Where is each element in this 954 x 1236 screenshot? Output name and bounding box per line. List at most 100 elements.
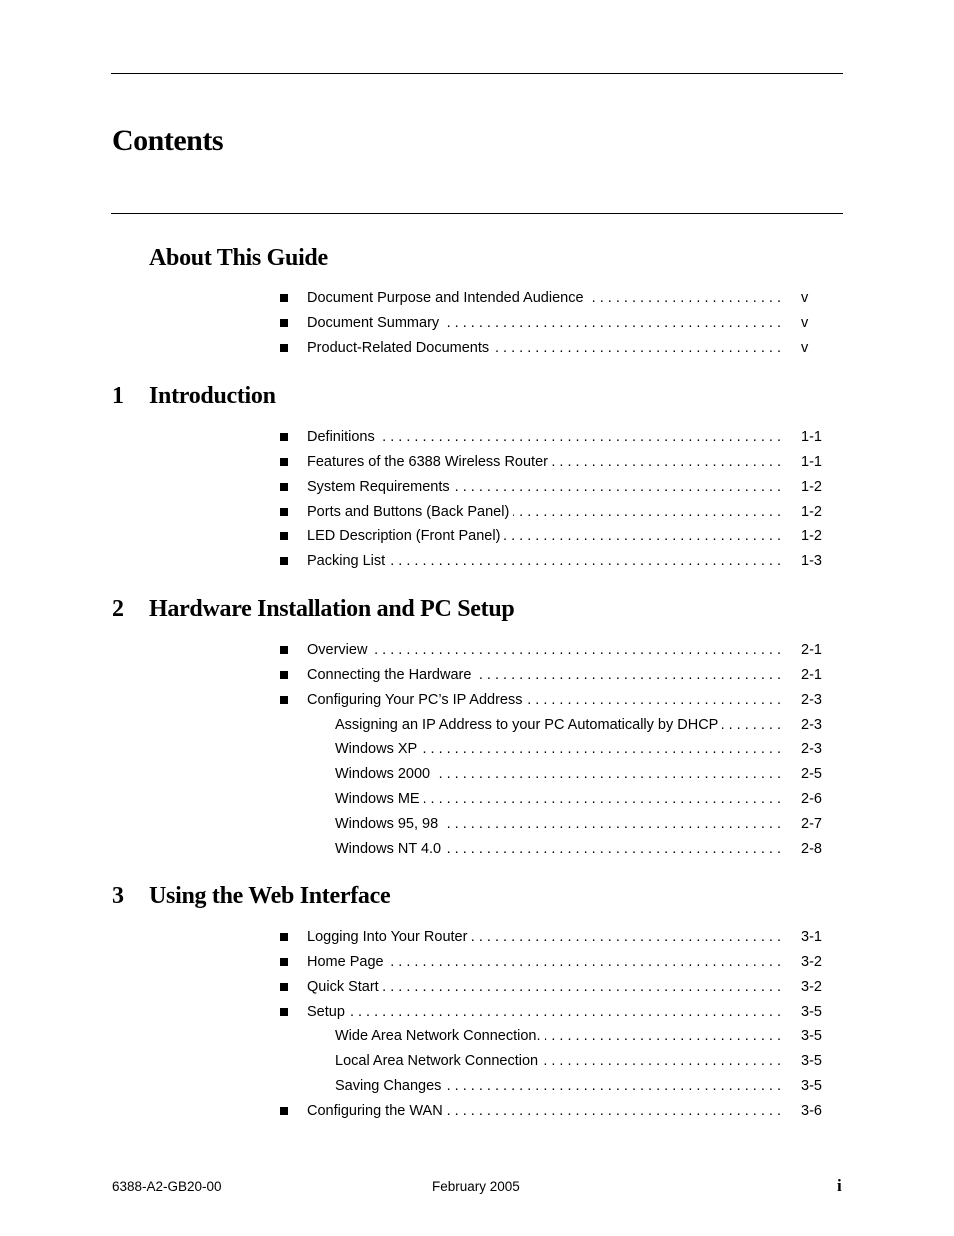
toc-entry-label: Ports and Buttons (Back Panel) — [307, 503, 510, 520]
toc-entry-title-row: Local Area Network Connection — [335, 1051, 781, 1071]
square-bullet-icon — [280, 457, 288, 466]
toc-entry-page: 2-1 — [801, 642, 822, 658]
toc-entry[interactable]: Saving Changes 3-5 — [0, 1076, 954, 1096]
dot-leader — [445, 839, 781, 859]
dot-leader — [388, 952, 781, 972]
toc-entry-page: 1-1 — [801, 429, 822, 445]
toc-entry[interactable]: Definitions 1-1 — [0, 427, 954, 447]
toc-entry-page: v — [801, 314, 809, 331]
toc-entry-page: 3-6 — [801, 1102, 822, 1119]
footer-page-number: i — [837, 1176, 842, 1195]
square-bullet-icon — [280, 670, 288, 679]
toc-entry-label: Quick Start — [307, 978, 379, 995]
dot-leader — [513, 502, 781, 522]
toc-entry-label: Configuring Your PC’s IP Address — [307, 691, 523, 708]
toc-entry-page: 1-2 — [801, 528, 822, 545]
dot-leader — [379, 427, 781, 447]
top-rule — [111, 73, 843, 74]
toc-entry-title-row: Overview — [307, 640, 781, 660]
toc-entry-page: v — [801, 290, 809, 306]
toc-entry[interactable]: Wide Area Network Connection. 3-5 — [0, 1026, 954, 1046]
toc-entry[interactable]: Overview 2-1 — [0, 640, 954, 660]
dot-leader — [383, 977, 781, 997]
toc-entry-page: 1-3 — [801, 553, 822, 570]
toc-entry-label: Windows 95, 98 — [335, 815, 439, 832]
toc-entry[interactable]: LED Description (Front Panel) 1-2 — [0, 526, 954, 546]
toc-entry-title-row: Configuring the WAN — [307, 1101, 781, 1121]
toc-entry-page: 3-5 — [801, 1053, 822, 1070]
toc-entry[interactable]: Document Summary v — [0, 313, 954, 333]
footer-date: February 2005 — [432, 1179, 520, 1194]
toc-entry-label: Features of the 6388 Wireless Router — [307, 453, 548, 470]
square-bullet-icon — [280, 695, 288, 704]
toc-entry[interactable]: Ports and Buttons (Back Panel) 1-2 — [0, 502, 954, 522]
dot-leader — [349, 1002, 781, 1022]
toc-entry[interactable]: Windows 95, 98 2-7 — [0, 814, 954, 834]
toc-entry-page: 2-3 — [801, 741, 822, 758]
toc-entry-label: Definitions — [307, 429, 375, 445]
section-number: 3 — [112, 883, 124, 909]
footer-document-number: 6388-A2-GB20-00 — [112, 1179, 222, 1194]
toc-entry-label: Configuring the WAN — [307, 1102, 443, 1119]
dot-leader — [443, 313, 781, 333]
toc-entry[interactable]: Product-Related Documents v — [0, 338, 954, 358]
dot-leader — [552, 452, 781, 472]
toc-entry-label: Assigning an IP Address to your PC Autom… — [335, 716, 719, 733]
toc-entry[interactable]: Configuring Your PC’s IP Address 2-3 — [0, 690, 954, 710]
section-heading-introduction[interactable]: 1 Introduction — [112, 383, 276, 410]
toc-entry-page: 2-6 — [801, 791, 822, 808]
dot-leader — [424, 789, 781, 809]
section-number: 1 — [112, 383, 124, 409]
square-bullet-icon — [280, 982, 288, 991]
toc-entry-title-row: Features of the 6388 Wireless Router — [307, 452, 781, 472]
toc-entry[interactable]: Windows ME 2-6 — [0, 789, 954, 809]
dot-leader — [389, 551, 781, 571]
toc-entry-page: 1-1 — [801, 453, 822, 470]
toc-entry[interactable]: Home Page 3-2 — [0, 952, 954, 972]
toc-entry-page: 3-2 — [801, 978, 822, 995]
toc-entry-title-row: Home Page — [307, 952, 781, 972]
square-bullet-icon — [280, 646, 288, 654]
toc-entry[interactable]: Local Area Network Connection 3-5 — [0, 1051, 954, 1071]
section-number: 2 — [112, 596, 124, 622]
section-heading-web-interface[interactable]: 3 Using the Web Interface — [112, 883, 391, 910]
square-bullet-icon — [280, 1106, 288, 1115]
section-heading-about[interactable]: About This Guide — [149, 245, 328, 272]
toc-entry-page: v — [801, 339, 809, 356]
toc-entry-label: Overview — [307, 642, 368, 658]
toc-entry[interactable]: Configuring the WAN 3-6 — [0, 1101, 954, 1121]
toc-entry[interactable]: Quick Start 3-2 — [0, 977, 954, 997]
toc-entry-page: 3-5 — [801, 1028, 822, 1045]
toc-entry[interactable]: Connecting the Hardware 2-1 — [0, 665, 954, 685]
dot-leader — [493, 338, 781, 358]
toc-entry-title-row: LED Description (Front Panel) — [307, 526, 781, 546]
toc-entry-title-row: Document Summary — [307, 313, 781, 333]
toc-entry[interactable]: Windows NT 4.0 2-8 — [0, 839, 954, 859]
square-bullet-icon — [280, 557, 288, 566]
toc-entry[interactable]: Setup 3-5 — [0, 1002, 954, 1022]
toc-entry[interactable]: Packing List 1-3 — [0, 551, 954, 571]
toc-entry-label: LED Description (Front Panel) — [307, 528, 501, 545]
toc-entry[interactable]: Document Purpose and Intended Audience v — [0, 288, 954, 308]
toc-entry-title-row: Quick Start — [307, 977, 781, 997]
toc-entry-page: 1-2 — [801, 478, 822, 495]
toc-entry-page: 2-3 — [801, 691, 822, 708]
dot-leader — [442, 814, 781, 834]
toc-entry-label: Document Summary — [307, 314, 440, 331]
square-bullet-icon — [280, 482, 288, 491]
toc-entry-title-row: Document Purpose and Intended Audience — [307, 288, 781, 308]
toc-entry[interactable]: System Requirements 1-2 — [0, 477, 954, 497]
toc-entry-title-row: Logging Into Your Router — [307, 927, 781, 947]
square-bullet-icon — [280, 1007, 288, 1016]
toc-entry[interactable]: Windows XP 2-3 — [0, 739, 954, 759]
toc-entry-label: Product-Related Documents — [307, 339, 490, 356]
toc-entry[interactable]: Windows 2000 2-5 — [0, 764, 954, 784]
toc-entry[interactable]: Features of the 6388 Wireless Router 1-1 — [0, 452, 954, 472]
toc-entry-title-row: Definitions — [307, 427, 781, 447]
toc-entry[interactable]: Logging Into Your Router 3-1 — [0, 927, 954, 947]
toc-entry-label: Windows XP — [335, 741, 418, 758]
toc-entry[interactable]: Assigning an IP Address to your PC Autom… — [0, 715, 954, 735]
dot-leader — [545, 1026, 781, 1046]
toc-entry-title-row: Windows ME — [335, 789, 781, 809]
section-heading-hardware[interactable]: 2 Hardware Installation and PC Setup — [112, 596, 515, 623]
